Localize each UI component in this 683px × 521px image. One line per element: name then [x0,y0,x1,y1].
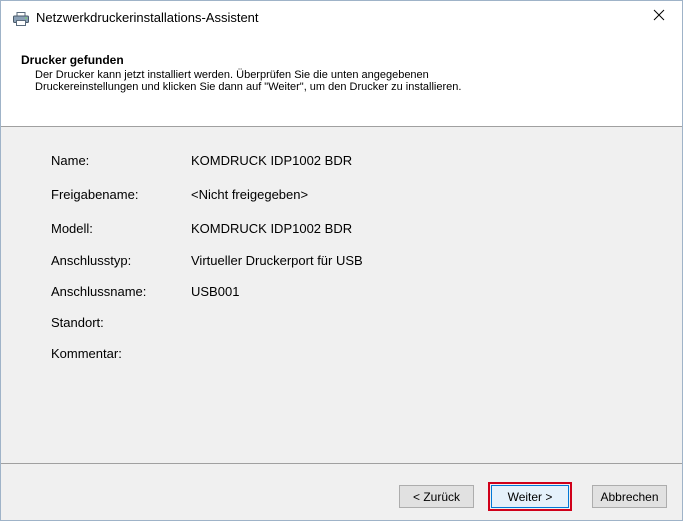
field-value: Virtueller Druckerport für USB [191,253,363,268]
description-line-1: Der Drucker kann jetzt installiert werde… [35,69,429,81]
field-value: KOMDRUCK IDP1002 BDR [191,221,353,236]
printer-details-panel: Name: KOMDRUCK IDP1002 BDR Freigabename:… [1,127,682,464]
field-comment: Kommentar: [1,346,682,366]
field-value: KOMDRUCK IDP1002 BDR [191,153,353,168]
field-label: Anschlussname: [51,284,147,299]
close-button[interactable] [636,1,682,33]
field-model: Modell: KOMDRUCK IDP1002 BDR [1,221,682,241]
field-label: Modell: [51,221,93,236]
field-label: Anschlusstyp: [51,253,132,268]
next-button[interactable]: Weiter > [488,482,572,511]
field-location: Standort: [1,315,682,335]
description-line-2: Druckereinstellungen und klicken Sie dan… [35,81,462,93]
field-label: Name: [51,153,90,168]
field-port-type: Anschlusstyp: Virtueller Druckerport für… [1,253,682,273]
field-value: <Nicht freigegeben> [191,187,309,202]
wizard-window: Netzwerkdruckerinstallations-Assistent D… [0,0,683,521]
wizard-footer: < Zurück Weiter > Abbrechen [1,464,682,520]
close-icon [653,8,665,26]
field-port-name: Anschlussname: USB001 [1,284,682,304]
field-share-name: Freigabename: <Nicht freigegeben> [1,187,682,207]
window-title: Netzwerkdruckerinstallations-Assistent [36,10,259,25]
field-value: USB001 [191,284,240,299]
title-bar: Netzwerkdruckerinstallations-Assistent [1,1,682,35]
page-title: Drucker gefunden [21,53,124,67]
back-button[interactable]: < Zurück [399,485,474,508]
field-label: Kommentar: [51,346,122,361]
field-label: Standort: [51,315,104,330]
wizard-header: Drucker gefunden Der Drucker kann jetzt … [1,35,682,127]
field-label: Freigabename: [51,187,139,202]
field-name: Name: KOMDRUCK IDP1002 BDR [1,153,682,173]
printer-icon [13,12,29,26]
cancel-button[interactable]: Abbrechen [592,485,667,508]
page-description: Der Drucker kann jetzt installiert werde… [35,69,635,93]
